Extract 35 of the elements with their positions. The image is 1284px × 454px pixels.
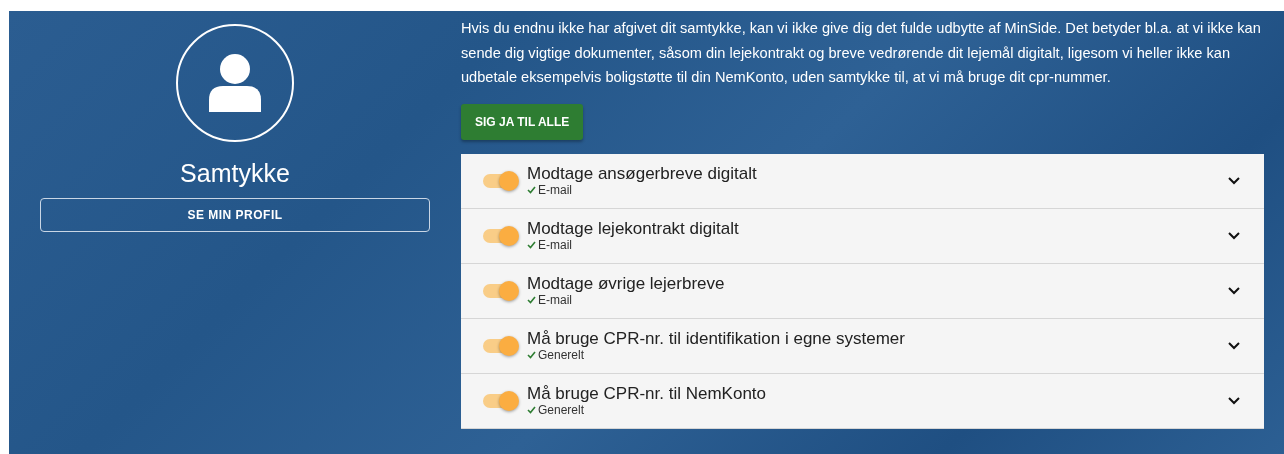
channel-label: Generelt	[538, 403, 585, 418]
toggle-switch[interactable]	[483, 283, 517, 298]
toggle-switch[interactable]	[483, 173, 517, 188]
consent-row[interactable]: Må bruge CPR-nr. til NemKonto Generelt	[461, 373, 1264, 429]
consent-title: Modtage øvrige lejerbreve	[527, 273, 726, 294]
check-icon	[527, 241, 536, 250]
consent-row[interactable]: Må bruge CPR-nr. til identifikation i egne systemer Generelt	[461, 318, 1264, 374]
check-icon	[527, 351, 536, 360]
check-icon	[527, 296, 536, 305]
channel-label: E-mail	[538, 238, 572, 253]
chevron-down-icon[interactable]	[1228, 176, 1240, 185]
check-icon	[527, 406, 536, 415]
chevron-down-icon[interactable]	[1228, 341, 1240, 350]
channel-label: E-mail	[538, 183, 572, 198]
consent-title: Modtage lejekontrakt digitalt	[527, 218, 740, 239]
check-icon	[527, 186, 536, 195]
consent-title: Må bruge CPR-nr. til identifikation i egne systemer	[527, 328, 906, 349]
channel-label: E-mail	[538, 293, 572, 308]
user-icon	[209, 54, 261, 112]
consent-row[interactable]: Modtage ansøgerbreve digitalt E-mail	[461, 153, 1264, 209]
consent-title: Modtage ansøgerbreve digitalt	[527, 163, 758, 184]
profile-button[interactable]: SE MIN PROFIL	[40, 198, 430, 232]
chevron-down-icon[interactable]	[1228, 286, 1240, 295]
consent-row[interactable]: Modtage lejekontrakt digitalt E-mail	[461, 208, 1264, 264]
accept-all-button[interactable]: SIG JA TIL ALLE	[461, 103, 584, 140]
intro-paragraph: Hvis du endnu ikke har afgivet dit samtykke, kan vi ikke give dig det fulde udbytte af MinSide. Det betyder bl.a. at vi ikke kan sende dig vigtige dokumenter, såsom din lejekontrakt og breve vedrørende dit lejemål digitalt, ligesom vi heller ikke kan udbetale eksempelvis boligstøtte til din NemKonto, uden samtykke til, at vi må bruge dit cpr-nummer.	[461, 19, 1262, 87]
consent-title: Må bruge CPR-nr. til NemKonto	[527, 383, 768, 404]
channel-label: Generelt	[538, 348, 585, 363]
chevron-down-icon[interactable]	[1228, 231, 1240, 240]
toggle-switch[interactable]	[483, 338, 517, 353]
consent-row[interactable]: Modtage øvrige lejerbreve E-mail	[461, 263, 1264, 319]
profile-title: Samtykke	[180, 158, 290, 188]
chevron-down-icon[interactable]	[1228, 396, 1240, 405]
toggle-switch[interactable]	[483, 393, 517, 408]
toggle-switch[interactable]	[483, 228, 517, 243]
